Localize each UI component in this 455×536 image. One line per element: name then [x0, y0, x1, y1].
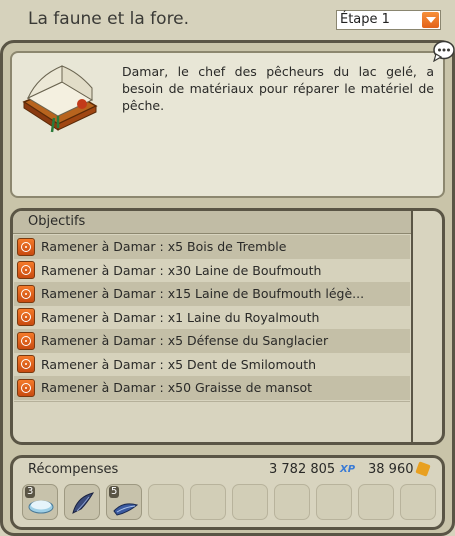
- quest-window: La faune et la fore. Étape 1 Damar, le c…: [0, 0, 455, 536]
- objectives-list: Ramener à Damar : x5 Bois de Tremble Ram…: [14, 235, 410, 400]
- target-icon: [17, 355, 35, 374]
- objective-item[interactable]: Ramener à Damar : x5 Dent de Smilomouth: [14, 352, 410, 376]
- reward-slot-empty: [232, 484, 268, 520]
- target-icon: [17, 331, 35, 350]
- reward-slot[interactable]: 5: [106, 484, 142, 520]
- reward-slot-empty: [274, 484, 310, 520]
- kama-icon: [415, 461, 431, 477]
- rewards-kamas-value: 38 960: [368, 462, 414, 477]
- reward-slot-empty: [316, 484, 352, 520]
- book-icon: [22, 65, 98, 133]
- target-icon: [17, 284, 35, 303]
- objective-item[interactable]: Ramener à Damar : x15 Laine de Boufmouth…: [14, 282, 410, 306]
- xp-icon: XP: [340, 464, 356, 475]
- title-bar: La faune et la fore. Étape 1: [0, 0, 455, 40]
- rewards-panel: Récompenses 3 782 805 XP 38 960 3 5: [10, 455, 445, 530]
- quest-description: Damar, le chef des pêcheurs du lac gelé,…: [122, 64, 434, 113]
- reward-slot-empty: [400, 484, 436, 520]
- description-panel: Damar, le chef des pêcheurs du lac gelé,…: [10, 51, 445, 198]
- objective-label: Ramener à Damar : x5 Bois de Tremble: [41, 239, 287, 255]
- objectives-header: Objectifs: [13, 211, 411, 234]
- objectives-panel: Objectifs Ramener à Damar : x5 Bois de T…: [10, 208, 445, 445]
- target-icon: [17, 308, 35, 327]
- step-dropdown[interactable]: Étape 1: [336, 10, 441, 30]
- objective-label: Ramener à Damar : x5 Défense du Sanglaci…: [41, 333, 329, 349]
- reward-slots: 3 5: [22, 484, 436, 520]
- objective-label: Ramener à Damar : x5 Dent de Smilomouth: [41, 356, 317, 372]
- target-icon: [17, 237, 35, 256]
- objectives-column-divider: [411, 211, 413, 442]
- step-dropdown-value: Étape 1: [340, 12, 390, 27]
- reward-slot-empty: [358, 484, 394, 520]
- objective-label: Ramener à Damar : x15 Laine de Boufmouth…: [41, 286, 365, 302]
- objective-item[interactable]: Ramener à Damar : x5 Défense du Sanglaci…: [14, 329, 410, 353]
- chevron-down-icon[interactable]: [422, 12, 439, 28]
- objective-item[interactable]: Ramener à Damar : x5 Bois de Tremble: [14, 235, 410, 259]
- objective-item[interactable]: Ramener à Damar : x1 Laine du Royalmouth: [14, 305, 410, 329]
- quest-title: La faune et la fore.: [28, 9, 190, 29]
- objective-item[interactable]: Ramener à Damar : x30 Laine de Boufmouth: [14, 258, 410, 282]
- reward-slot[interactable]: [64, 484, 100, 520]
- slot-count: 5: [109, 486, 120, 498]
- reward-slot[interactable]: 3: [22, 484, 58, 520]
- target-icon: [17, 378, 35, 397]
- slot-count: 3: [25, 486, 36, 498]
- objective-label: Ramener à Damar : x1 Laine du Royalmouth: [41, 309, 320, 325]
- objective-item[interactable]: Ramener à Damar : x50 Graisse de mansot: [14, 376, 410, 400]
- objective-label: Ramener à Damar : x50 Graisse de mansot: [41, 380, 313, 396]
- rewards-label: Récompenses: [28, 462, 119, 477]
- objective-label: Ramener à Damar : x30 Laine de Boufmouth: [41, 262, 322, 278]
- objectives-empty-row: [14, 401, 410, 424]
- feather-icon: [72, 492, 95, 514]
- reward-slot-empty: [148, 484, 184, 520]
- chat-bubble-icon[interactable]: [432, 40, 455, 62]
- reward-slot-empty: [190, 484, 226, 520]
- target-icon: [17, 261, 35, 280]
- rewards-xp-value: 3 782 805: [269, 462, 336, 477]
